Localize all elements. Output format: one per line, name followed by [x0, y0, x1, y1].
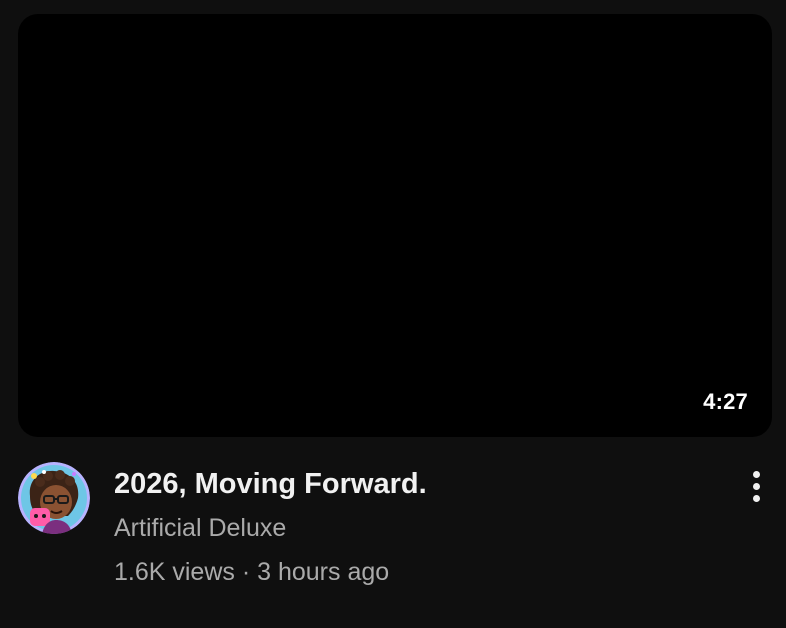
video-card: 4:27 2026, Moving Forward. Artificial De…	[0, 0, 786, 628]
channel-name[interactable]: Artificial Deluxe	[114, 513, 714, 543]
avatar-illustration-icon	[18, 462, 90, 534]
stats-separator: ·	[241, 558, 251, 586]
video-thumbnail[interactable]: 4:27	[18, 14, 772, 437]
duration-badge: 4:27	[703, 389, 748, 414]
channel-avatar[interactable]	[18, 462, 90, 534]
video-meta: 2026, Moving Forward. Artificial Deluxe …	[114, 466, 714, 587]
video-stats: 1.6K views · 3 hours ago	[114, 557, 714, 587]
view-count: 1.6K views	[114, 558, 235, 586]
video-title[interactable]: 2026, Moving Forward.	[114, 466, 714, 502]
upload-age: 3 hours ago	[257, 558, 390, 586]
more-vert-icon	[752, 470, 760, 478]
more-options-button[interactable]	[740, 468, 772, 504]
